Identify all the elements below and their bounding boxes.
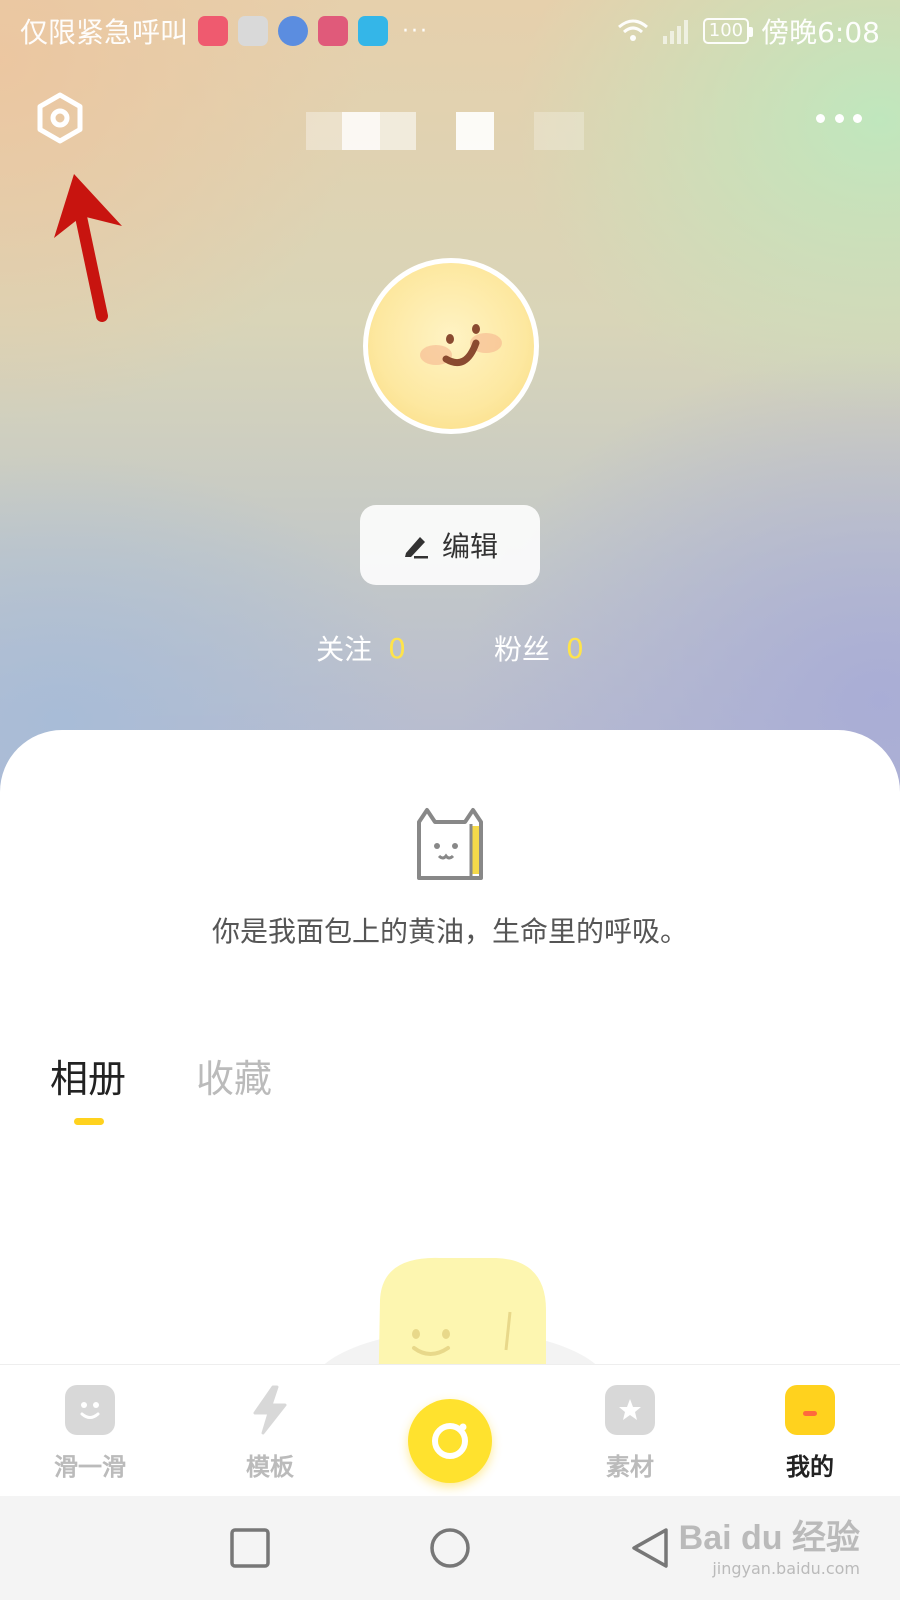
bottom-tab-bar: 滑一滑 模板 素材 我的	[0, 1364, 900, 1496]
followers-stat[interactable]: 粉丝 0	[494, 628, 584, 668]
system-navigation-bar: Bai du 经验 jingyan.baidu.com	[0, 1496, 900, 1600]
nav-templates[interactable]: 模板	[180, 1365, 360, 1482]
empty-state-mascot	[318, 1257, 602, 1370]
status-left: 仅限紧急呼叫 ···	[20, 11, 429, 51]
app-notification-icon	[278, 16, 309, 46]
nav-label: 模板	[246, 1453, 294, 1481]
recent-apps-icon[interactable]	[228, 1526, 272, 1570]
more-dots-icon	[816, 113, 825, 123]
settings-hexagon-icon	[37, 92, 83, 144]
nav-label: 素材	[606, 1453, 654, 1481]
tab-album[interactable]: 相册	[50, 1048, 126, 1103]
app-notification-icon	[238, 16, 269, 46]
camera-icon	[408, 1399, 492, 1483]
following-count: 0	[388, 631, 406, 665]
status-bar: 仅限紧急呼叫 ··· 100 傍晚6:08	[0, 0, 900, 62]
watermark-url: jingyan.baidu.com	[712, 1559, 860, 1578]
tab-favorites[interactable]: 收藏	[196, 1048, 272, 1103]
status-time: 傍晚6:08	[761, 16, 880, 49]
active-tab-indicator	[74, 1118, 104, 1125]
settings-button[interactable]	[34, 92, 86, 144]
home-icon[interactable]	[428, 1526, 472, 1570]
battery-icon: 100	[702, 18, 754, 44]
content-panel: 你是我面包上的黄油，生命里的呼吸。 相册 收藏	[0, 730, 900, 1370]
app-notification-icon	[198, 16, 229, 46]
app-notification-icon	[318, 16, 349, 46]
profile-stats: 关注 0 粉丝 0	[0, 628, 900, 668]
username-redacted	[306, 112, 626, 152]
cat-notebook-icon	[417, 808, 483, 880]
more-dots-icon	[834, 113, 844, 123]
followers-count: 0	[566, 631, 584, 665]
wifi-icon	[617, 19, 648, 41]
signal-icon	[662, 20, 688, 44]
following-label: 关注	[316, 633, 373, 666]
more-notifications-icon: ···	[402, 18, 429, 44]
nav-label: 我的	[786, 1453, 834, 1481]
more-options-button[interactable]	[816, 104, 862, 132]
followers-label: 粉丝	[494, 633, 551, 666]
nav-materials[interactable]: 素材	[540, 1365, 720, 1482]
star-tag-icon	[605, 1385, 655, 1435]
status-right: 100 傍晚6:08	[617, 11, 880, 51]
smiling-bun-avatar	[420, 324, 502, 366]
profile-bio: 你是我面包上的黄油，生命里的呼吸。	[211, 915, 688, 948]
nav-label: 滑一滑	[54, 1453, 126, 1481]
more-dots-icon	[853, 113, 862, 123]
content-tabs: 相册 收藏	[50, 1048, 272, 1103]
edit-label: 编辑	[441, 530, 498, 563]
pencil-icon	[404, 537, 428, 559]
app-notification-icon	[358, 16, 389, 46]
baidu-watermark: Bai du 经验 jingyan.baidu.com	[679, 1510, 860, 1578]
avatar[interactable]	[363, 258, 539, 434]
nav-camera[interactable]	[360, 1365, 540, 1483]
smile-face-icon	[65, 1385, 115, 1435]
nav-me[interactable]: 我的	[720, 1365, 900, 1482]
annotation-arrow	[54, 174, 122, 322]
back-icon[interactable]	[628, 1526, 672, 1570]
carrier-text: 仅限紧急呼叫	[20, 16, 189, 49]
watermark-main: Bai du 经验	[678, 1519, 860, 1557]
nav-swipe[interactable]: 滑一滑	[0, 1365, 180, 1482]
edit-profile-button[interactable]: 编辑	[360, 505, 540, 585]
lightning-icon	[245, 1385, 295, 1435]
following-stat[interactable]: 关注 0	[316, 628, 406, 668]
profile-icon	[785, 1385, 835, 1435]
